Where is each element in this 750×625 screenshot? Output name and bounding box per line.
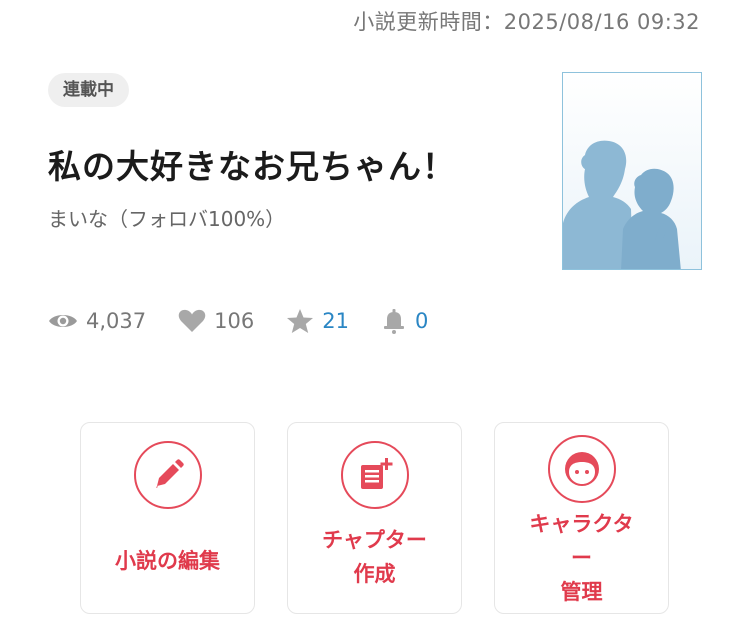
heart-icon [178, 309, 206, 333]
character-face-icon [547, 435, 616, 503]
last-updated-text: 小説更新時間：2025/08/16 09:32 [353, 10, 700, 34]
star-icon [286, 308, 314, 334]
likes-stat: 106 [178, 309, 254, 333]
status-badge: 連載中 [48, 73, 129, 107]
novel-title[interactable]: 私の大好きなお兄ちゃん！ [48, 140, 456, 188]
author-name[interactable]: まいな（フォロバ100%） [48, 203, 285, 232]
edit-novel-label: 小説の編集 [115, 549, 220, 573]
bell-icon [381, 308, 407, 334]
pencil-icon [133, 441, 202, 509]
create-chapter-button[interactable]: チャプター 作成 [287, 422, 462, 614]
manage-characters-label: キャラクタ ー 管理 [529, 512, 634, 604]
edit-novel-button[interactable]: 小説の編集 [80, 422, 255, 614]
stats-bar: 4,037 106 21 0 [48, 306, 460, 336]
action-buttons: 小説の編集 チャプター 作成 キャラクタ ー 管理 [80, 422, 669, 614]
views-count: 4,037 [86, 309, 147, 333]
eye-icon [48, 310, 78, 332]
likes-count: 106 [214, 309, 255, 333]
stars-count[interactable]: 21 [322, 309, 349, 333]
bells-count[interactable]: 0 [415, 309, 428, 333]
create-chapter-label: チャプター 作成 [322, 528, 427, 586]
cover-image[interactable] [562, 72, 702, 270]
manage-characters-button[interactable]: キャラクタ ー 管理 [494, 422, 669, 614]
bells-stat[interactable]: 0 [381, 308, 428, 334]
stars-stat[interactable]: 21 [286, 308, 349, 334]
views-stat: 4,037 [48, 309, 146, 333]
add-chapter-icon [340, 441, 409, 509]
